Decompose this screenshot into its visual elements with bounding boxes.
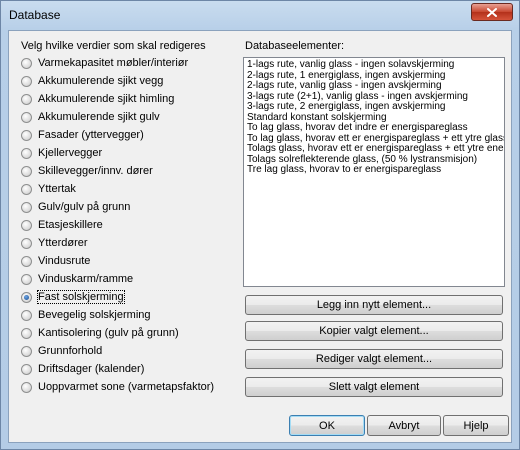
radio-button-icon[interactable]: [21, 165, 32, 177]
radio-button-icon[interactable]: [21, 273, 32, 285]
radio-option[interactable]: Skillevegger/innv. dører: [21, 163, 153, 179]
radio-button-icon[interactable]: [21, 57, 32, 69]
edit-values-label: Velg hvilke verdier som skal redigeres: [21, 40, 206, 52]
list-item[interactable]: 2-lags rute, vanlig glass - ingen avskje…: [247, 80, 504, 92]
radio-label: Fast solskjerming: [37, 290, 125, 304]
radio-option[interactable]: Akkumulerende sjikt himling: [21, 91, 174, 107]
radio-label: Akkumulerende sjikt gulv: [38, 111, 160, 123]
database-dialog: Database Velg hvilke verdier som skal re…: [0, 0, 520, 450]
radio-button-icon[interactable]: [21, 327, 32, 339]
radio-label: Kantisolering (gulv på grunn): [38, 327, 179, 339]
radio-option[interactable]: Yttertak: [21, 181, 76, 197]
radio-option[interactable]: Akkumulerende sjikt gulv: [21, 109, 160, 125]
radio-option[interactable]: Driftsdager (kalender): [21, 361, 144, 377]
radio-option[interactable]: Varmekapasitet møbler/interiør: [21, 55, 188, 71]
list-item[interactable]: Tolags glass, hvorav ett er energispareg…: [247, 143, 504, 155]
radio-button-icon[interactable]: [21, 93, 32, 105]
radio-button-icon[interactable]: [21, 129, 32, 141]
list-item[interactable]: 3-lags rute, 2 energiglass, ingen avskje…: [247, 101, 504, 113]
cancel-button[interactable]: Avbryt: [367, 415, 441, 436]
radio-button-icon[interactable]: [21, 201, 32, 213]
radio-option[interactable]: Akkumulerende sjikt vegg: [21, 73, 163, 89]
radio-button-icon[interactable]: [21, 111, 32, 123]
list-item[interactable]: Tre lag glass, hvorav to er energispareg…: [247, 164, 504, 176]
copy-element-button[interactable]: Kopier valgt element...: [245, 321, 503, 341]
radio-label: Ytterdører: [38, 237, 88, 249]
radio-label: Gulv/gulv på grunn: [38, 201, 131, 213]
radio-button-icon[interactable]: [21, 237, 32, 249]
add-element-button[interactable]: Legg inn nytt element...: [245, 295, 503, 315]
delete-element-button[interactable]: Slett valgt element: [245, 377, 503, 397]
list-item[interactable]: To lag glass, hvorav det indre er energi…: [247, 122, 504, 134]
title-bar[interactable]: Database: [1, 1, 519, 30]
close-button[interactable]: [471, 3, 513, 21]
database-elements-listbox[interactable]: 1-lags rute, vanlig glass - ingen solavs…: [243, 57, 505, 287]
help-button[interactable]: Hjelp: [443, 415, 509, 436]
radio-label: Skillevegger/innv. dører: [38, 165, 153, 177]
radio-button-icon[interactable]: [21, 75, 32, 87]
radio-label: Varmekapasitet møbler/interiør: [38, 57, 189, 69]
database-elements-label: Databaseelementer:: [245, 40, 345, 52]
radio-option[interactable]: Fasader (yttervegger): [21, 127, 144, 143]
radio-button-icon[interactable]: [21, 381, 32, 393]
radio-label: Etasjeskillere: [38, 219, 103, 231]
close-x-icon: [487, 7, 497, 17]
radio-label: Uoppvarmet sone (varmetapsfaktor): [38, 381, 215, 393]
radio-option[interactable]: Vinduskarm/ramme: [21, 271, 133, 287]
radio-label: Vinduskarm/ramme: [38, 273, 134, 285]
radio-option[interactable]: Etasjeskillere: [21, 217, 103, 233]
edit-element-button[interactable]: Rediger valgt element...: [245, 349, 503, 369]
window-title: Database: [9, 8, 61, 22]
radio-option[interactable]: Ytterdører: [21, 235, 88, 251]
radio-button-icon[interactable]: [21, 363, 32, 375]
radio-option[interactable]: Vindusrute: [21, 253, 90, 269]
radio-button-icon[interactable]: [21, 255, 32, 267]
radio-label: Akkumulerende sjikt himling: [38, 93, 175, 105]
radio-option[interactable]: Grunnforhold: [21, 343, 102, 359]
radio-option[interactable]: Kjellervegger: [21, 145, 102, 161]
radio-label: Yttertak: [38, 183, 76, 195]
ok-button[interactable]: OK: [289, 415, 365, 436]
dialog-client-area: Velg hvilke verdier som skal redigeres V…: [8, 30, 512, 443]
radio-label: Driftsdager (kalender): [38, 363, 145, 375]
radio-button-icon[interactable]: [21, 309, 32, 321]
radio-label: Kjellervegger: [38, 147, 103, 159]
radio-button-icon[interactable]: [21, 345, 32, 357]
radio-option[interactable]: Bevegelig solskjerming: [21, 307, 151, 323]
radio-option[interactable]: Gulv/gulv på grunn: [21, 199, 130, 215]
radio-option[interactable]: Uoppvarmet sone (varmetapsfaktor): [21, 379, 214, 395]
radio-label: Grunnforhold: [38, 345, 103, 357]
radio-label: Akkumulerende sjikt vegg: [38, 75, 164, 87]
list-item[interactable]: 1-lags rute, vanlig glass - ingen solavs…: [247, 59, 504, 71]
radio-button-icon[interactable]: [21, 183, 32, 195]
radio-option[interactable]: Kantisolering (gulv på grunn): [21, 325, 179, 341]
radio-option-selected[interactable]: Fast solskjerming: [21, 289, 125, 305]
radio-label: Bevegelig solskjerming: [38, 309, 151, 321]
radio-button-selected-icon[interactable]: [21, 291, 32, 303]
radio-label: Vindusrute: [38, 255, 91, 267]
radio-button-icon[interactable]: [21, 219, 32, 231]
radio-label: Fasader (yttervegger): [38, 129, 144, 141]
radio-button-icon[interactable]: [21, 147, 32, 159]
